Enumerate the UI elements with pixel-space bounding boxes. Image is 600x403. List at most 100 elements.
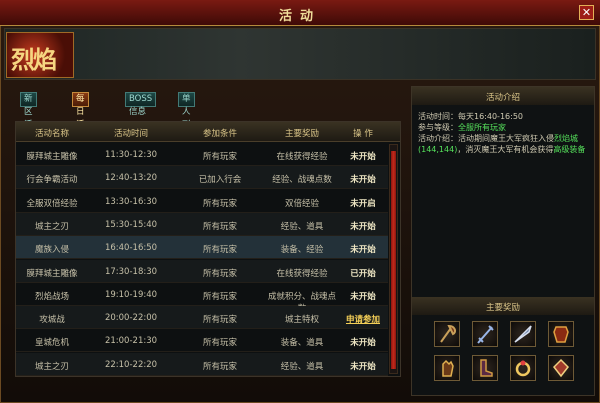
cell-name: 膜拜城主雕像 [26,268,78,279]
cell-name: 行会争霸活动 [26,175,78,186]
cell-reward: 经验、战魂点数 [272,175,332,186]
level-label: 参与等级： [418,123,458,132]
window-title: 活动 [278,9,321,24]
cell-reward: 城主特权 [284,315,319,326]
table-row[interactable]: 膜拜城主雕像 17:30-18:30 所有玩家 在线获得经验 已开始 [16,259,388,283]
cell-time: 13:30-16:30 [104,196,158,207]
reward-slot[interactable] [434,355,460,381]
header-time: 活动时间 [113,129,148,139]
cell-name: 魔族入侵 [34,245,69,256]
cell-time: 17:30-18:30 [104,266,158,277]
desc-text2: ，消灭魔王大军有机会获得 [457,145,554,154]
cell-time: 19:10-19:40 [104,289,158,300]
cell-time: 11:30-12:30 [104,150,158,160]
table-row[interactable]: 全服双倍经验 13:30-16:30 所有玩家 双倍经验 未开启 [16,190,388,213]
time-value: 每天16:40-16:50 [458,112,523,121]
cell-action: 未开始 [350,338,376,349]
table-row[interactable]: 皇城危机 21:00-21:30 所有玩家 装备、道具 未开始 [16,329,388,353]
reward-slot[interactable] [472,321,498,347]
desc-text: 活动期间魔王大军疯狂入侵 [458,134,554,143]
cell-condition: 所有玩家 [202,221,237,232]
cell-action: 未开始 [350,152,376,162]
axe-icon [435,324,459,349]
cell-condition: 所有玩家 [202,315,237,326]
cell-condition: 所有玩家 [202,268,237,279]
cell-action: 已开始 [350,268,376,279]
tab-new-server[interactable]: 新区活动 [20,92,37,143]
reward-slot[interactable] [472,355,498,381]
cell-name: 城主之刃 [34,221,69,232]
intro-panel: 活动介绍 活动时间：每天16:40-16:50 参与等级：全服所有玩家 活动介绍… [411,86,595,396]
gem-icon [549,358,573,383]
header-banner [4,28,596,80]
tab-solo-dungeon[interactable]: 单人副本 [178,92,195,143]
close-button[interactable]: ✕ [579,5,594,20]
time-label: 活动时间： [418,112,458,121]
logo-text: 烈焰 [11,45,57,74]
boots-icon [473,359,497,383]
header-condition: 参加条件 [202,129,237,139]
cell-action: 未开始 [350,245,376,256]
cell-action: 未开启 [350,198,376,209]
table-row[interactable]: 魔族入侵 16:40-16:50 所有玩家 装备、经验 未开始 [16,236,388,260]
cell-condition: 所有玩家 [202,198,237,209]
cell-condition: 所有玩家 [202,245,237,256]
tab-daily[interactable]: 每日活动 [72,92,89,143]
armor-icon [549,326,573,349]
cell-reward: 在线获得经验 [276,268,328,279]
cell-reward: 双倍经验 [284,198,319,209]
gloves-icon [435,359,459,383]
table-row[interactable]: 烈焰战场19:10-19:40所有玩家成就积分、战魂点数未开始 [16,283,388,314]
reward-slot[interactable] [548,355,574,381]
desc-label: 活动介绍： [418,134,458,143]
table-row[interactable]: 行会争霸活动 12:40-13:20 已加入行会 经验、战魂点数 未开始 [16,166,388,190]
sword-icon [473,325,497,349]
cell-condition: 所有玩家 [202,291,237,302]
scrollbar-thumb[interactable] [391,151,396,369]
header-action: 操 作 [353,129,373,139]
activity-table: 活动名称 活动时间 参加条件 主要奖励 操 作 膜拜城主雕像 11:30-12:3… [15,121,401,377]
cell-name: 皇城危机 [34,338,69,349]
header-name: 活动名称 [34,129,69,139]
reward-slot[interactable] [510,321,536,347]
cell-reward: 经验、道具 [280,361,324,372]
header-reward: 主要奖励 [284,129,319,139]
desc-reward: 高级装备 [553,145,586,154]
reward-slot[interactable] [434,321,460,347]
game-logo: 烈焰 [6,32,74,78]
cell-time: 15:30-15:40 [104,219,158,230]
table-row[interactable]: 攻城战 20:00-22:00 所有玩家 城主特权 申请参加 [16,306,388,330]
table-row[interactable]: 城主之刃 15:30-15:40 所有玩家 经验、道具 未开始 [16,212,388,236]
table-row[interactable]: 膜拜城主雕像 11:30-12:30 所有玩家 在线获得经验 未开始 [16,143,388,166]
reward-slot[interactable] [510,355,536,381]
cell-reward: 经验、道具 [280,221,324,232]
cell-reward: 装备、道具 [280,338,324,349]
cell-action: 未开始 [350,175,376,186]
title-bar: 活动 ✕ [0,0,600,26]
cell-name: 城主之刃 [34,361,69,372]
cell-condition: 所有玩家 [202,338,237,349]
table-scrollbar[interactable] [389,144,398,374]
cell-name: 攻城战 [39,315,65,326]
cell-condition: 已加入行会 [198,175,242,186]
cell-time: 21:00-21:30 [104,336,158,347]
ring-icon [511,360,535,383]
cell-time: 16:40-16:50 [104,243,158,254]
cell-time: 20:00-22:00 [104,313,158,324]
cell-name: 膜拜城主雕像 [26,152,78,162]
reward-slot[interactable] [548,321,574,347]
cell-reward: 装备、经验 [280,245,324,256]
cell-name: 烈焰战场 [34,291,69,302]
cell-action[interactable]: 申请参加 [338,313,388,325]
intro-description: 活动时间：每天16:40-16:50 参与等级：全服所有玩家 活动介绍：活动期间… [418,111,588,155]
cell-action: 未开始 [350,361,376,372]
rewards-title: 主要奖励 [412,297,594,315]
cell-action: 未开始 [350,291,376,302]
cell-action: 未开始 [350,221,376,232]
tab-boss-info[interactable]: BOSS信息 [125,92,157,117]
blade-icon [511,325,535,349]
table-header: 活动名称 活动时间 参加条件 主要奖励 操 作 [16,122,400,142]
table-row[interactable]: 城主之刃 22:10-22:20 所有玩家 经验、道具 未开始 [16,352,388,376]
cell-time: 12:40-13:20 [104,173,158,184]
level-value: 全服所有玩家 [458,123,506,132]
